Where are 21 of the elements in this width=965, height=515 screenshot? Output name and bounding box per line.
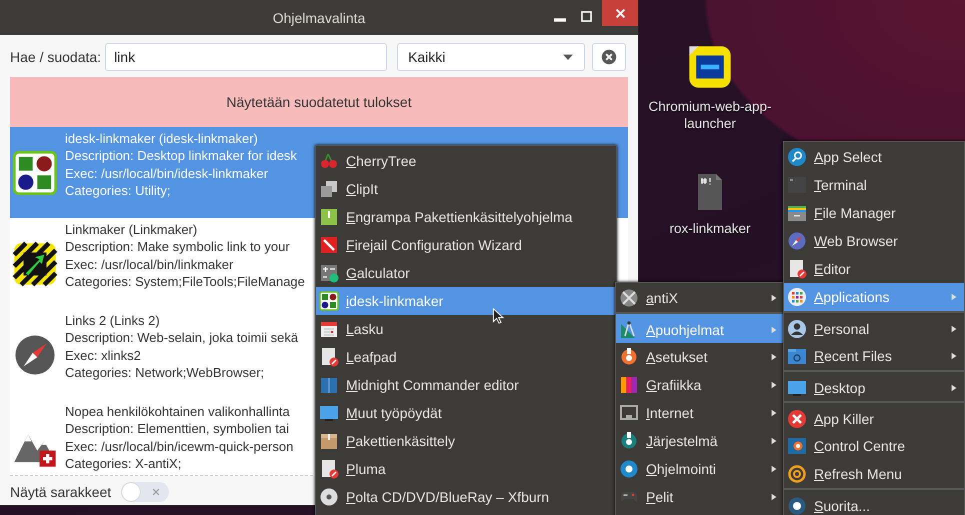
search-label: Hae / suodata:: [10, 49, 102, 65]
app-description: Description: Make symbolic link to your: [65, 238, 291, 256]
app-name: Linkmaker (Linkmaker): [65, 221, 198, 238]
app-exec: Exec: xlinks2: [65, 346, 142, 364]
app-exec: Exec: /usr/local/bin/linkmaker: [65, 256, 234, 274]
app-categories: Categories: X-antiX;: [65, 455, 182, 473]
app-categories: Categories: System;FileTools;FileManage: [65, 273, 305, 291]
app-name: idesk-linkmaker (idesk-linkmaker): [65, 130, 259, 148]
app-exec: Exec: /usr/local/bin/idesk-linkmaker: [65, 164, 270, 182]
app-name: Nopea henkilökohtainen valikonhallinta: [65, 403, 291, 420]
app-description: Description: Web-selain, joka toimii sekä: [65, 329, 298, 347]
app-name: Links 2 (Links 2): [65, 312, 161, 330]
window-title: Ohjelmavalinta: [272, 10, 366, 26]
app-exec: Exec: /usr/local/bin/icewm-quick-person: [65, 438, 294, 456]
filter-banner: Näytetään suodatetut tulokset: [10, 77, 628, 127]
app-categories: Categories: Network;WebBrowser;: [65, 364, 266, 382]
app-description: Description: Elementtien, symbolien tai: [65, 420, 290, 438]
toggle-label: Näytä sarakkeet: [10, 484, 112, 500]
app-description: Description: Desktop linkmaker for idesk: [65, 147, 297, 165]
dropdown-value: Kaikki: [408, 49, 446, 65]
app-categories: Categories: Utility;: [65, 182, 172, 200]
